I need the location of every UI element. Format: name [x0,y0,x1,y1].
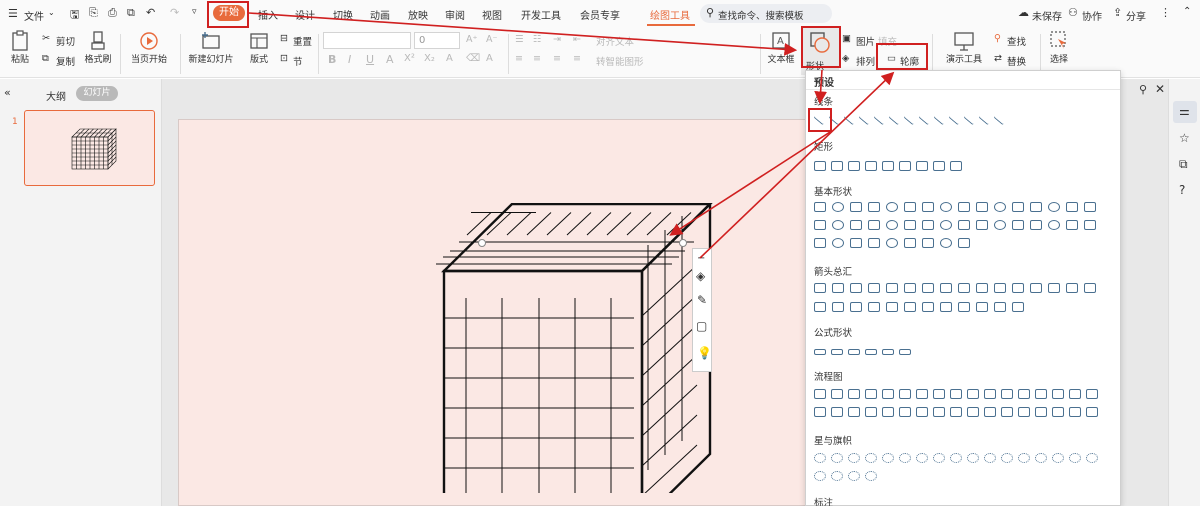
app-window: ☰ 文件 ⌄ 🖫 ⎘ ⎙ ⧉ ↶ ↷ ▿ 开始 插入 设计 切换 动画 放映 审… [0,0,1200,506]
arrow-shape-to-line [814,69,828,105]
annotation-arrows [248,12,895,259]
arrow-line-to-canvas [669,131,831,236]
arrow-home-to-shape [248,12,798,56]
arrow-toolbar-to-outline [699,71,895,259]
